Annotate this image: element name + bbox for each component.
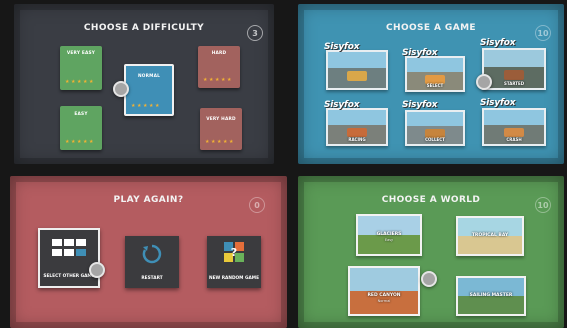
star-rating: ★ ★ ★ ★ ★ (65, 140, 93, 145)
world-card-red-canyon[interactable]: RED CANYON Normal (348, 266, 420, 316)
game-thumb-label: STARTED (503, 81, 525, 86)
difficulty-card-label: VERY EASY (66, 51, 96, 56)
star-icon: ★ (76, 139, 82, 145)
difficulty-card-very-hard[interactable]: VERY HARD ★ ★ ★ ★ ★ (200, 108, 242, 150)
world-card-glaciers[interactable]: GLACIERS Easy (356, 214, 422, 256)
game-thumb[interactable]: CRASH (482, 108, 546, 146)
world-card-tropical-bay[interactable]: TROPICAL BAY (456, 216, 524, 256)
game-logo: Sisyfox (402, 100, 438, 110)
svg-text:?: ? (231, 246, 237, 259)
selection-cursor[interactable] (476, 74, 492, 90)
star-icon: ★ (65, 79, 70, 85)
star-icon: ★ (222, 139, 228, 145)
star-icon: ★ (216, 139, 222, 145)
world-card-sub: Normal (377, 299, 391, 304)
star-icon: ★ (220, 77, 226, 83)
random-icon: ? (224, 242, 244, 266)
world-title: CHOOSE A WORLD (381, 195, 481, 205)
star-icon: ★ (142, 103, 148, 109)
difficulty-card-label: EASY (74, 112, 88, 117)
game-thumb[interactable]: RACING (326, 108, 388, 146)
world-panel: CHOOSE A WORLD 10 GLACIERS Easy TROPICAL… (298, 176, 564, 328)
star-icon: ★ (88, 139, 94, 145)
star-icon: ★ (148, 103, 154, 109)
star-icon: ★ (70, 139, 76, 145)
star-icon: ★ (82, 139, 88, 145)
game-panel: CHOOSE A GAME 10 Sisyfox SELECT Sisyfox … (298, 4, 564, 164)
star-icon: ★ (203, 77, 208, 83)
new-random-game-button[interactable]: ? NEW RANDOM GAME (207, 236, 261, 288)
new-random-game-label: NEW RANDOM GAME (208, 276, 260, 281)
difficulty-card-label: NORMAL (137, 74, 161, 79)
game-count-badge: 10 (535, 25, 551, 41)
star-icon: ★ (82, 79, 88, 85)
star-icon: ★ (70, 79, 76, 85)
game-thumb-label: COLLECT (425, 137, 445, 142)
world-card-sub: Easy (384, 238, 394, 243)
difficulty-card-hard[interactable]: HARD ★ ★ ★ ★ ★ (198, 46, 240, 88)
star-icon: ★ (136, 103, 142, 109)
star-rating: ★ ★ ★ ★ ★ (203, 78, 231, 83)
select-other-game-button[interactable]: SELECT OTHER GAME (38, 228, 100, 288)
star-rating: ★ ★ ★ ★ ★ (205, 140, 233, 145)
star-icon: ★ (205, 139, 210, 145)
star-rating: ★ ★ ★ ★ ★ (131, 104, 159, 109)
star-icon: ★ (154, 103, 160, 109)
difficulty-card-very-easy[interactable]: VERY EASY ★ ★ ★ ★ ★ (60, 46, 102, 90)
game-logo: Sisyfox (402, 48, 438, 58)
star-rating: ★ ★ ★ ★ ★ (65, 80, 93, 85)
difficulty-card-easy[interactable]: EASY ★ ★ ★ ★ ★ (60, 106, 102, 150)
game-thumb-label: RACING (348, 137, 366, 142)
play-again-title: PLAY AGAIN? (113, 195, 184, 205)
selection-cursor[interactable] (113, 81, 129, 97)
grid-icon (52, 239, 88, 257)
world-card-label: RED CANYON (367, 292, 401, 298)
game-logo: Sisyfox (324, 42, 360, 52)
world-card-sailing-master[interactable]: SAILING MASTER (456, 276, 526, 316)
game-logo: Sisyfox (324, 100, 360, 110)
game-logo: Sisyfox (480, 38, 516, 48)
game-thumb-label: CRASH (506, 137, 522, 142)
star-icon: ★ (131, 103, 136, 109)
selection-cursor[interactable] (89, 262, 105, 278)
difficulty-count-badge: 3 (247, 25, 263, 41)
play-again-panel: PLAY AGAIN? 0 SELECT OTHER GAME RESTART … (10, 176, 287, 328)
play-again-count-badge: 0 (249, 197, 265, 213)
star-icon: ★ (88, 79, 94, 85)
difficulty-card-normal[interactable]: NORMAL ★ ★ ★ ★ ★ (124, 64, 174, 116)
star-icon: ★ (65, 139, 70, 145)
star-icon: ★ (226, 77, 232, 83)
restart-icon (142, 244, 162, 268)
world-count-badge: 10 (535, 197, 551, 213)
game-thumb[interactable] (326, 50, 388, 90)
star-icon: ★ (210, 139, 216, 145)
restart-button[interactable]: RESTART (125, 236, 179, 288)
game-title: CHOOSE A GAME (386, 23, 476, 33)
difficulty-card-label: HARD (211, 51, 227, 56)
game-thumb-label: SELECT (426, 83, 444, 88)
difficulty-title: CHOOSE A DIFFICULTY (83, 23, 205, 33)
world-card-label: GLACIERS (376, 231, 402, 237)
star-icon: ★ (214, 77, 220, 83)
select-other-game-label: SELECT OTHER GAME (43, 274, 95, 279)
star-icon: ★ (228, 139, 234, 145)
game-thumb[interactable]: SELECT (405, 56, 465, 92)
world-card-label: TROPICAL BAY (471, 233, 509, 239)
star-icon: ★ (76, 79, 82, 85)
world-card-label: SAILING MASTER (469, 293, 513, 299)
star-icon: ★ (208, 77, 214, 83)
game-thumb[interactable]: COLLECT (405, 110, 465, 146)
restart-label: RESTART (141, 276, 163, 281)
difficulty-panel: CHOOSE A DIFFICULTY 3 VERY EASY ★ ★ ★ ★ ★ NO… (14, 4, 274, 164)
selection-cursor[interactable] (421, 271, 437, 287)
game-logo: Sisyfox (480, 98, 516, 108)
difficulty-card-label: VERY HARD (206, 117, 236, 122)
